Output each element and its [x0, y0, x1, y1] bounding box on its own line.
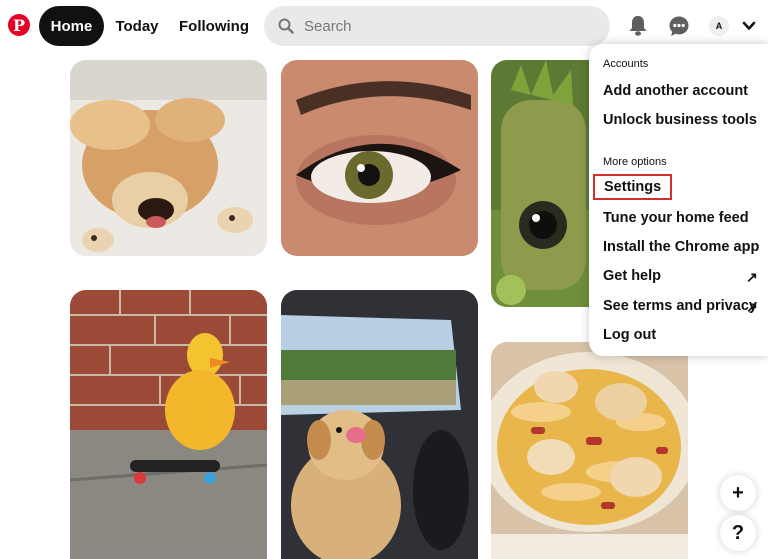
- search-input[interactable]: [302, 16, 596, 36]
- puppy-in-car-image: [281, 290, 478, 559]
- scallops-pasta-image: [491, 342, 688, 559]
- avatar[interactable]: A: [709, 16, 729, 36]
- pin-eye-makeup[interactable]: [281, 60, 478, 256]
- pin-dog-on-bed[interactable]: [70, 60, 267, 256]
- menu-heading-more-options: More options: [603, 156, 667, 168]
- menu-item-install-app[interactable]: Install the Chrome app: [603, 239, 759, 255]
- dog-on-bed-image: [70, 60, 267, 256]
- plus-icon[interactable]: +: [720, 475, 756, 511]
- menu-item-log-out[interactable]: Log out: [603, 327, 656, 343]
- nav-following[interactable]: Following: [172, 6, 256, 46]
- pin-duckling-skateboard[interactable]: [70, 290, 267, 559]
- bell-icon[interactable]: [626, 14, 650, 38]
- pin-puppy-in-car[interactable]: [281, 290, 478, 559]
- arrow-up-right-icon: ↗: [746, 269, 758, 285]
- groot-figure-image: [491, 60, 589, 307]
- nav-today[interactable]: Today: [108, 6, 166, 46]
- menu-item-tune-feed[interactable]: Tune your home feed: [603, 210, 749, 226]
- menu-item-get-help[interactable]: Get help: [603, 268, 661, 284]
- eye-makeup-image: [281, 60, 478, 256]
- search-bar[interactable]: [264, 6, 610, 46]
- pin-groot-figure[interactable]: [491, 60, 589, 307]
- account-dropdown-menu: Accounts Add another account Unlock busi…: [589, 44, 768, 356]
- pin-scallops-pasta[interactable]: [491, 342, 688, 559]
- chat-bubble-icon[interactable]: [667, 14, 691, 38]
- chevron-down-icon[interactable]: [737, 14, 761, 38]
- menu-item-unlock-business[interactable]: Unlock business tools: [603, 112, 757, 128]
- pinterest-logo-icon[interactable]: P: [8, 14, 30, 36]
- duckling-skateboard-image: [70, 290, 267, 559]
- menu-item-add-account[interactable]: Add another account: [603, 83, 748, 99]
- menu-heading-accounts: Accounts: [603, 58, 649, 70]
- menu-item-terms-privacy[interactable]: See terms and privacy: [603, 298, 757, 314]
- search-icon: [278, 18, 294, 34]
- menu-item-settings[interactable]: Settings: [593, 174, 673, 200]
- arrow-up-right-icon: ↗: [746, 299, 758, 315]
- nav-home[interactable]: Home: [39, 6, 104, 46]
- question-icon[interactable]: ?: [720, 515, 756, 551]
